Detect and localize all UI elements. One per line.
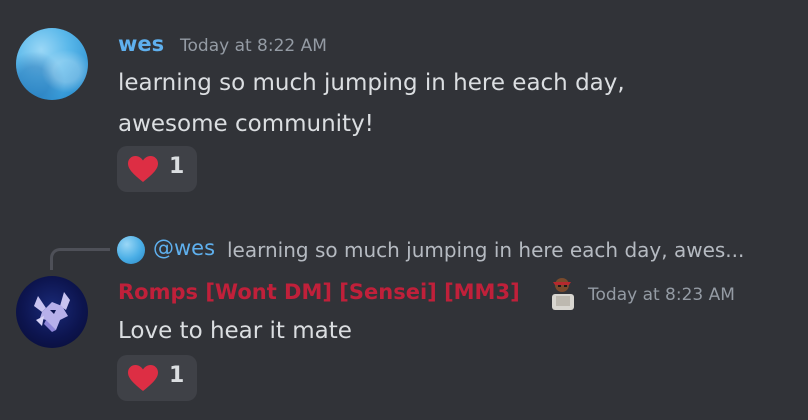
author-name[interactable]: wes (118, 32, 164, 56)
reply-preview[interactable]: learning so much jumping in here each da… (227, 238, 744, 262)
reply-avatar[interactable] (117, 236, 145, 264)
author-name[interactable]: Romps [Wont DM] [Sensei] [MM3] (118, 280, 520, 304)
timestamp[interactable]: Today at 8:23 AM (588, 285, 735, 305)
reaction-count: 1 (169, 363, 185, 388)
reaction-button[interactable]: 1 (117, 355, 197, 401)
reply-mention[interactable]: @wes (153, 236, 215, 260)
reaction-count: 1 (169, 154, 185, 179)
wolf-icon (34, 292, 70, 332)
avatar[interactable] (16, 28, 88, 100)
message-line: awesome community! (118, 111, 374, 137)
timestamp[interactable]: Today at 8:22 AM (180, 36, 327, 56)
reaction-button[interactable]: 1 (117, 146, 197, 192)
character-badge-icon (552, 278, 574, 310)
message-line: Love to hear it mate (118, 318, 352, 344)
message-line: learning so much jumping in here each da… (118, 70, 625, 96)
reply-connector (50, 248, 110, 270)
avatar[interactable] (16, 276, 88, 348)
heart-icon (128, 365, 158, 391)
heart-icon (128, 156, 158, 182)
